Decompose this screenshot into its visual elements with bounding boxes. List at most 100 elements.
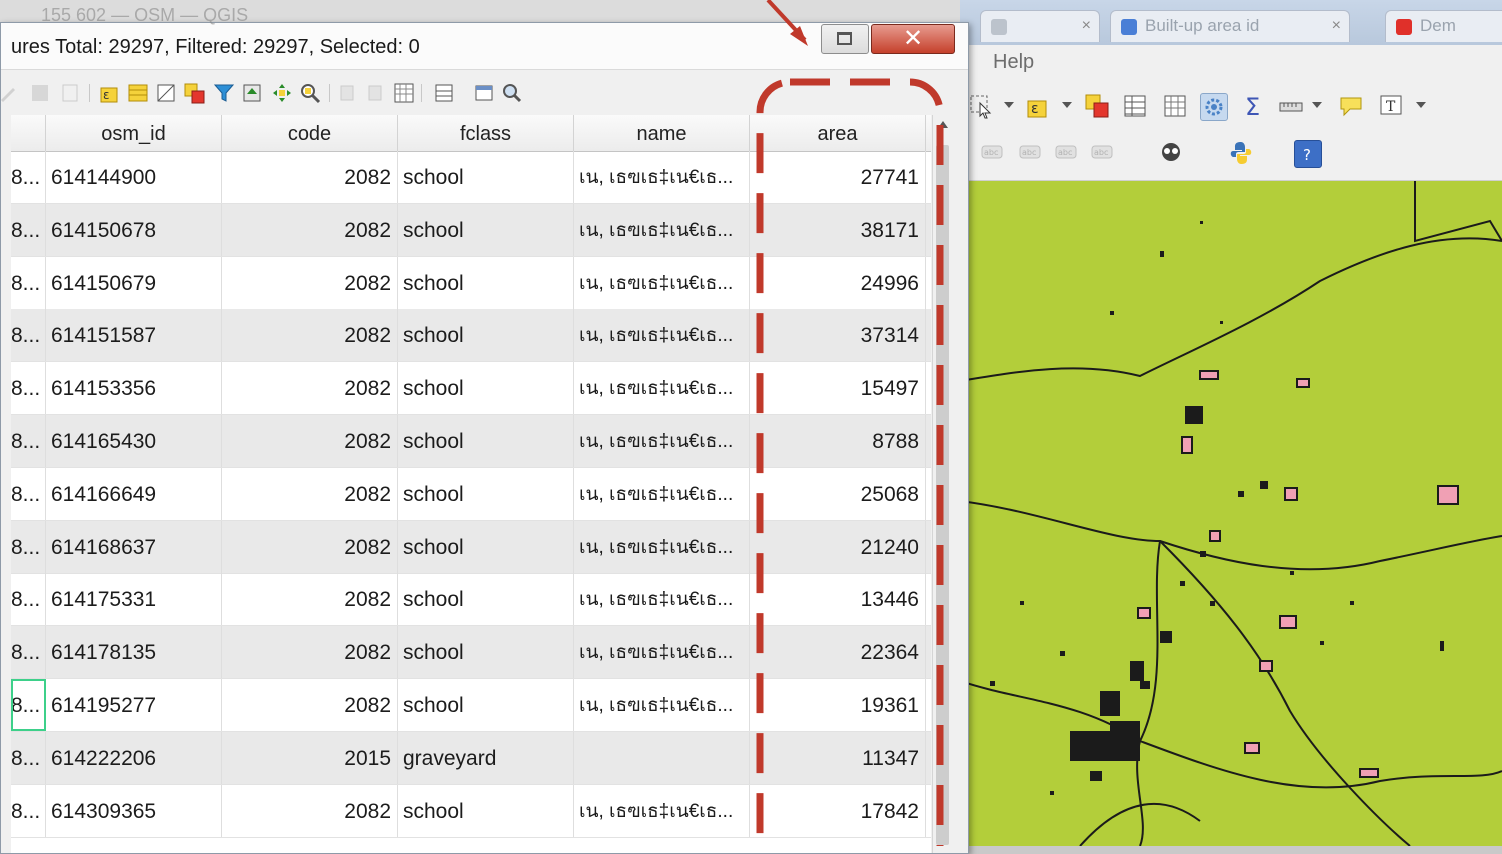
table-row[interactable]: 8... 614166649 2082 school เน, เธฃเธ‡เน€เธ..… xyxy=(11,467,931,521)
area-cell[interactable]: 19361 xyxy=(750,679,926,731)
row-id-cell[interactable]: 8... xyxy=(11,520,46,573)
expression-select-icon[interactable]: ε xyxy=(1026,93,1052,119)
menu-help[interactable]: Help xyxy=(993,51,1034,74)
scrollbar-thumb[interactable] xyxy=(936,145,949,845)
column-header-fclass[interactable]: fclass xyxy=(398,115,574,151)
code-cell[interactable]: 2082 xyxy=(222,362,398,415)
move-selection-to-top-icon[interactable] xyxy=(241,82,263,104)
osm-id-cell[interactable]: 614178135 xyxy=(46,626,222,679)
area-cell[interactable]: 22364 xyxy=(750,626,926,679)
sum-icon[interactable]: Σ xyxy=(1240,93,1266,121)
code-cell[interactable]: 2015 xyxy=(222,731,398,784)
table-row[interactable]: 8... 614309365 2082 school เน, เธฃเธ‡เน€เธ..… xyxy=(11,784,931,838)
name-cell[interactable]: เน, เธฃเธ‡เน€เธ... xyxy=(574,626,750,679)
reload-icon[interactable] xyxy=(59,82,81,104)
area-cell[interactable]: 27741 xyxy=(750,151,926,203)
row-id-cell[interactable]: 8... xyxy=(11,151,46,203)
osm-id-cell[interactable]: 614166649 xyxy=(46,467,222,520)
table-row[interactable]: 8... 614222206 2015 graveyard 11347 xyxy=(11,731,931,785)
tab-close-icon[interactable]: × xyxy=(1332,11,1341,41)
name-cell[interactable]: เน, เธฃเธ‡เน€เธ... xyxy=(574,520,750,573)
table-row[interactable]: 8... 614195277 2082 school เน, เธฃเธ‡เน€เธ..… xyxy=(11,679,931,732)
row-id-cell[interactable]: 8... xyxy=(11,309,46,362)
table-row[interactable]: 8... 614144900 2082 school เน, เธฃเธ‡เน€เธ..… xyxy=(11,151,931,204)
code-cell[interactable]: 2082 xyxy=(222,520,398,573)
row-id-cell[interactable]: 8... xyxy=(11,784,46,837)
code-cell[interactable]: 2082 xyxy=(222,415,398,467)
name-cell[interactable]: เน, เธฃเธ‡เน€เธ... xyxy=(574,203,750,256)
osm-id-cell[interactable]: 614168637 xyxy=(46,520,222,573)
text-annotation-icon[interactable]: T xyxy=(1378,93,1404,119)
code-cell[interactable]: 2082 xyxy=(222,573,398,626)
column-header-code[interactable]: code xyxy=(222,115,398,151)
deselect-icon[interactable] xyxy=(1084,93,1110,119)
fclass-cell[interactable]: school xyxy=(398,784,574,837)
name-cell[interactable] xyxy=(574,731,750,784)
name-cell[interactable]: เน, เธฃเธ‡เน€เธ... xyxy=(574,573,750,626)
area-cell[interactable]: 24996 xyxy=(750,256,926,309)
maximize-button[interactable] xyxy=(821,24,869,54)
browser-tab-built-up-area[interactable]: Built-up area id × xyxy=(1110,10,1350,42)
code-cell[interactable]: 2082 xyxy=(222,256,398,309)
fclass-cell[interactable]: graveyard xyxy=(398,731,574,784)
row-id-cell[interactable]: 8... xyxy=(11,415,46,467)
help-icon[interactable]: ? xyxy=(1294,140,1322,168)
column-header-name[interactable]: name xyxy=(574,115,750,151)
row-id-cell[interactable]: 8... xyxy=(11,573,46,626)
row-id-cell[interactable]: 8... xyxy=(11,626,46,679)
column-header-osm-id[interactable]: osm_id xyxy=(46,115,222,151)
map-canvas[interactable] xyxy=(960,181,1502,846)
row-id-cell[interactable]: 8... xyxy=(11,203,46,256)
label-rotate-icon[interactable]: abc xyxy=(1090,142,1116,168)
python-console-icon[interactable] xyxy=(1228,140,1254,166)
osm-id-cell[interactable]: 614153356 xyxy=(46,362,222,415)
paste-features-icon[interactable] xyxy=(365,82,387,104)
fclass-cell[interactable]: school xyxy=(398,203,574,256)
fclass-cell[interactable]: school xyxy=(398,467,574,520)
name-cell[interactable]: เน, เธฃเธ‡เน€เธ... xyxy=(574,415,750,467)
table-row[interactable]: 8... 614178135 2082 school เน, เธฃเธ‡เน€เธ..… xyxy=(11,626,931,680)
browser-tab-dem[interactable]: Dem xyxy=(1385,10,1502,42)
scroll-up-icon[interactable] xyxy=(938,121,948,128)
column-header-area[interactable]: area xyxy=(750,115,926,151)
conditional-formatting-icon[interactable] xyxy=(433,82,455,104)
name-cell[interactable]: เน, เธฃเธ‡เน€เธ... xyxy=(574,679,750,731)
select-all-icon[interactable] xyxy=(127,82,149,104)
name-cell[interactable]: เน, เธฃเธ‡เน€เธ... xyxy=(574,151,750,203)
osm-id-cell[interactable]: 614175331 xyxy=(46,573,222,626)
row-id-cell[interactable]: 8... xyxy=(11,679,46,731)
fclass-cell[interactable]: school xyxy=(398,520,574,573)
code-cell[interactable]: 2082 xyxy=(222,467,398,520)
name-cell[interactable]: เน, เธฃเธ‡เน€เธ... xyxy=(574,309,750,362)
row-id-cell[interactable]: 8... xyxy=(11,467,46,520)
field-calculator-icon[interactable] xyxy=(393,82,415,104)
dock-table-icon[interactable] xyxy=(473,82,495,104)
select-features-icon[interactable] xyxy=(968,93,994,119)
area-cell[interactable]: 13446 xyxy=(750,573,926,626)
fclass-cell[interactable]: school xyxy=(398,362,574,415)
statistics-settings-icon[interactable] xyxy=(1200,93,1228,121)
label-show-hide-icon[interactable]: abc xyxy=(1018,142,1044,168)
osm-id-cell[interactable]: 614309365 xyxy=(46,784,222,837)
name-cell[interactable]: เน, เธฃเธ‡เน€เธ... xyxy=(574,467,750,520)
row-id-cell[interactable]: 8... xyxy=(11,362,46,415)
name-cell[interactable]: เน, เธฃเธ‡เน€เธ... xyxy=(574,784,750,837)
fclass-cell[interactable]: school xyxy=(398,256,574,309)
map-tips-icon[interactable] xyxy=(1338,93,1364,119)
dialog-title-bar[interactable]: 155 602 — OSM — QGIS ures Total: 29297, … xyxy=(1,5,968,70)
label-pin-icon[interactable]: abc xyxy=(980,142,1006,168)
pan-to-selection-icon[interactable] xyxy=(271,82,293,104)
table-row[interactable]: 8... 614168637 2082 school เน, เธฃเธ‡เน€เธ..… xyxy=(11,520,931,574)
name-cell[interactable]: เน, เธฃเธ‡เน€เธ... xyxy=(574,256,750,309)
osm-id-cell[interactable]: 614144900 xyxy=(46,151,222,203)
area-cell[interactable]: 17842 xyxy=(750,784,926,837)
area-cell[interactable]: 21240 xyxy=(750,520,926,573)
code-cell[interactable]: 2082 xyxy=(222,679,398,731)
fclass-cell[interactable]: school xyxy=(398,151,574,203)
fclass-cell[interactable]: school xyxy=(398,626,574,679)
table-row[interactable]: 8... 614153356 2082 school เน, เธฃเธ‡เน€เธ..… xyxy=(11,362,931,416)
plugin-icon[interactable] xyxy=(1158,140,1184,166)
table-row[interactable]: 8... 614151587 2082 school เน, เธฃเธ‡เน€เธ..… xyxy=(11,309,931,363)
area-cell[interactable]: 37314 xyxy=(750,309,926,362)
osm-id-cell[interactable]: 614195277 xyxy=(46,679,222,731)
